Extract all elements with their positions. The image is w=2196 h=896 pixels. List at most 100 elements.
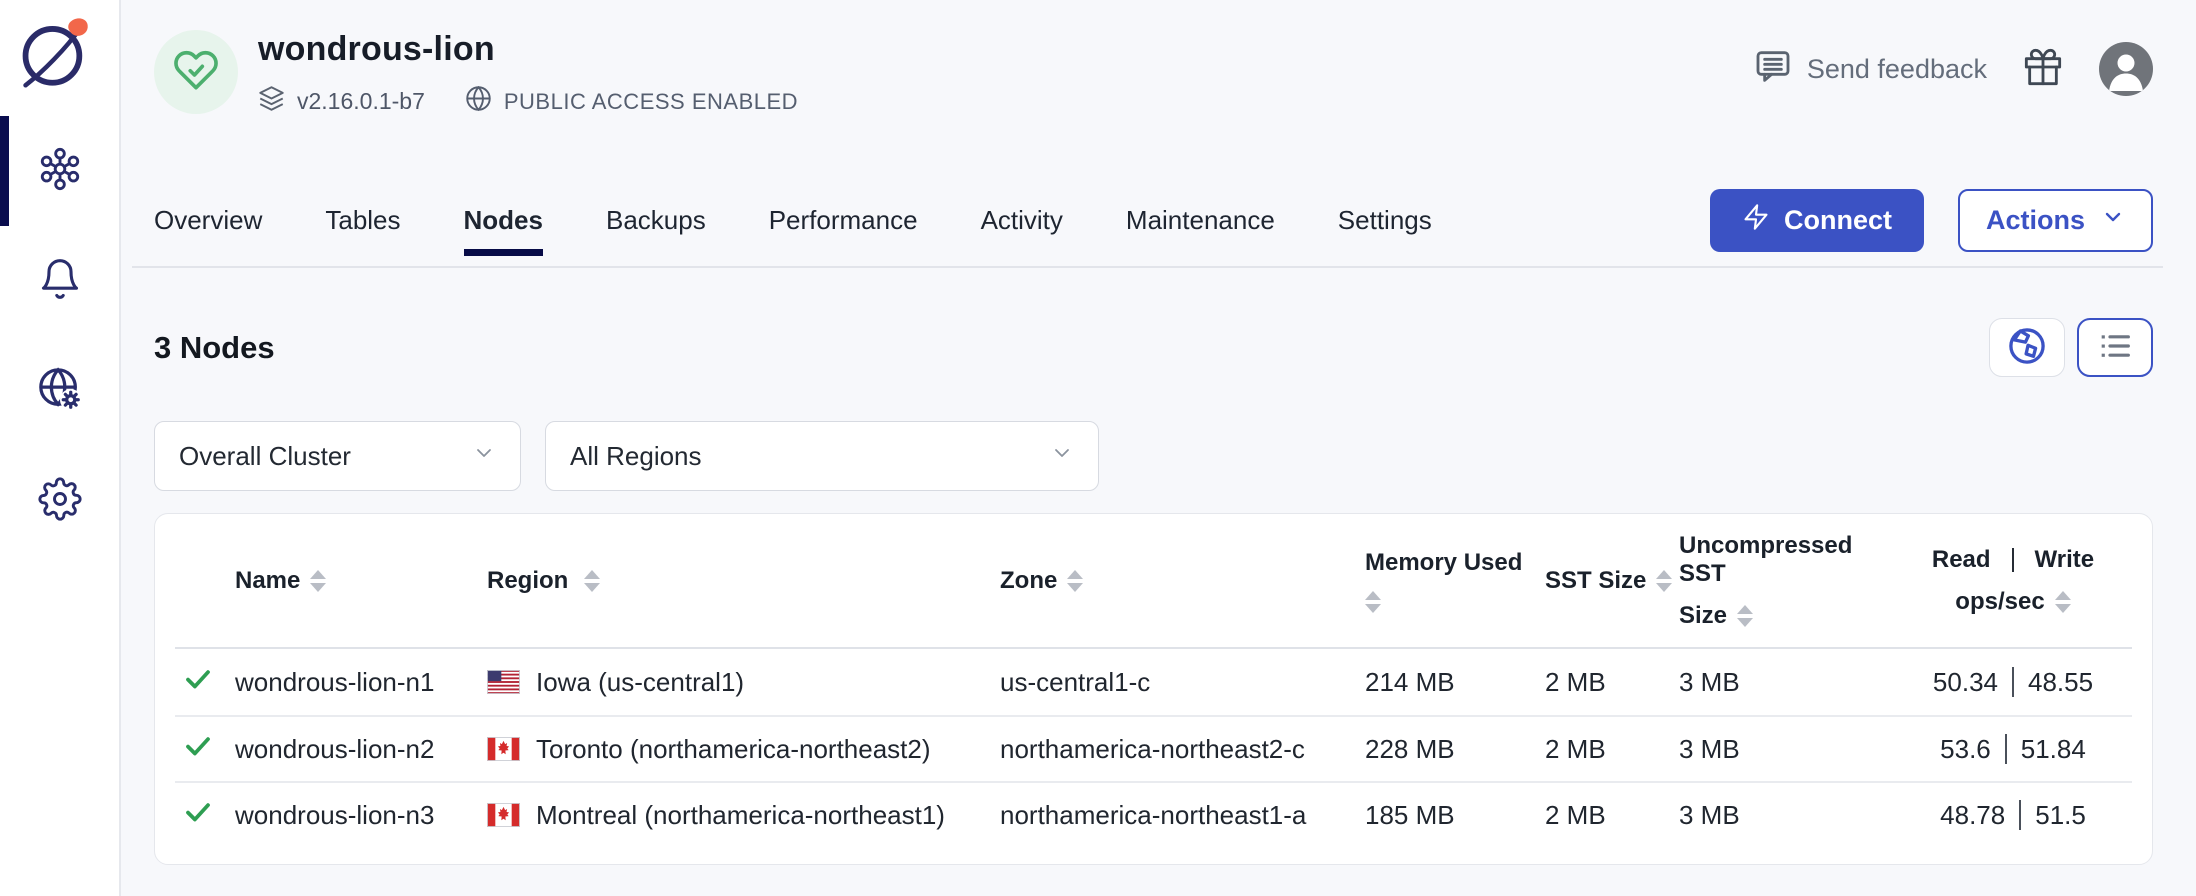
- tab-bar: Overview Tables Nodes Backups Performanc…: [154, 188, 2153, 252]
- active-indicator: [0, 116, 9, 226]
- view-toggle: [1989, 318, 2153, 377]
- node-region: Montreal (northamerica-northeast1): [536, 800, 945, 831]
- node-region: Toronto (northamerica-northeast2): [536, 734, 931, 765]
- connect-label: Connect: [1784, 205, 1892, 236]
- map-view-button[interactable]: [1989, 318, 2065, 377]
- table-row: wondrous-lion-n3 Montreal (northamerica-…: [175, 781, 2132, 847]
- chevron-down-icon: [472, 441, 496, 472]
- nodes-section-head: 3 Nodes: [154, 318, 2153, 377]
- node-write-ops: 51.5: [2035, 800, 2086, 831]
- app-root: wondrous-lion v2.16.0.1-b7: [0, 0, 2196, 896]
- uncompressed-header-label: Uncompressed SST: [1679, 532, 1894, 588]
- user-menu-avatar[interactable]: [2099, 42, 2153, 96]
- region-select[interactable]: All Regions: [545, 421, 1099, 491]
- healthy-check-icon: [183, 731, 213, 768]
- cluster-scope-select[interactable]: Overall Cluster: [154, 421, 521, 491]
- uncompressed-header-label2: Size: [1679, 602, 1727, 630]
- node-name: wondrous-lion-n3: [235, 800, 487, 831]
- tab-overview[interactable]: Overview: [154, 205, 262, 236]
- node-name: wondrous-lion-n1: [235, 667, 487, 698]
- pipe-divider: [2005, 734, 2007, 764]
- layers-icon: [258, 85, 285, 118]
- sidebar-item-alerts[interactable]: [0, 226, 119, 336]
- tab-maintenance[interactable]: Maintenance: [1126, 205, 1275, 236]
- table-row: wondrous-lion-n2 Toronto (northamerica-n…: [175, 715, 2132, 781]
- brand-logo-icon[interactable]: [14, 10, 96, 94]
- connect-button[interactable]: Connect: [1710, 189, 1924, 252]
- tab-settings[interactable]: Settings: [1338, 205, 1432, 236]
- node-memory: 228 MB: [1365, 734, 1545, 765]
- lightning-icon: [1742, 203, 1770, 238]
- node-zone: northamerica-northeast2-c: [1000, 734, 1365, 765]
- filters-row: Overall Cluster All Regions: [154, 421, 2153, 491]
- region-header-label: Region: [487, 567, 568, 595]
- tab-activity[interactable]: Activity: [981, 205, 1063, 236]
- sidebar-item-settings[interactable]: [0, 446, 119, 556]
- actions-button[interactable]: Actions: [1958, 189, 2153, 252]
- table-row: wondrous-lion-n1 Iowa (us-central1) us-c…: [175, 649, 2132, 715]
- sort-icon[interactable]: [310, 570, 326, 592]
- canada-flag-icon: [487, 737, 520, 761]
- nodes-table: Name Region Zone Memory Used SST Size: [154, 513, 2153, 865]
- list-icon: [2095, 326, 2135, 369]
- tab-backups[interactable]: Backups: [606, 205, 706, 236]
- feedback-bubble-icon: [1753, 46, 1793, 93]
- node-region: Iowa (us-central1): [536, 667, 744, 698]
- table-header-row: Name Region Zone Memory Used SST Size: [175, 514, 2132, 649]
- sort-icon[interactable]: [1067, 570, 1083, 592]
- sidebar-item-clusters[interactable]: [0, 116, 119, 226]
- zone-header-label: Zone: [1000, 567, 1057, 595]
- tab-nodes[interactable]: Nodes: [464, 205, 543, 236]
- sort-icon[interactable]: [2055, 591, 2071, 613]
- pipe-divider: [2012, 548, 2014, 572]
- uncompressed-column-header: Uncompressed SST Size: [1679, 532, 1894, 630]
- version-badge: v2.16.0.1-b7: [258, 85, 425, 118]
- sort-icon[interactable]: [1737, 605, 1753, 627]
- promotions-button[interactable]: [2023, 47, 2063, 92]
- node-sst: 2 MB: [1545, 800, 1679, 831]
- node-memory: 185 MB: [1365, 800, 1545, 831]
- node-uncompressed: 3 MB: [1679, 800, 1894, 831]
- node-uncompressed: 3 MB: [1679, 734, 1894, 765]
- healthy-check-icon: [183, 664, 213, 701]
- node-read-ops: 53.6: [1940, 734, 1991, 765]
- cluster-header: wondrous-lion v2.16.0.1-b7: [154, 0, 2153, 134]
- bell-icon: [38, 257, 82, 306]
- gear-icon: [38, 477, 82, 526]
- pipe-divider: [2019, 800, 2021, 830]
- send-feedback-label: Send feedback: [1807, 54, 1987, 85]
- tab-tables[interactable]: Tables: [325, 205, 400, 236]
- pipe-divider: [2012, 667, 2014, 697]
- gift-icon: [2023, 47, 2063, 92]
- list-view-button[interactable]: [2077, 318, 2153, 377]
- ops-header-label: ops/sec: [1955, 588, 2044, 616]
- actions-label: Actions: [1986, 205, 2085, 236]
- sidebar-nav: [0, 116, 119, 556]
- node-name: wondrous-lion-n2: [235, 734, 487, 765]
- send-feedback-button[interactable]: Send feedback: [1753, 46, 1987, 93]
- name-column-header: Name: [235, 567, 487, 595]
- chevron-down-icon: [1050, 441, 1074, 472]
- cluster-name: wondrous-lion: [258, 30, 798, 69]
- tab-divider: [132, 266, 2163, 268]
- node-sst: 2 MB: [1545, 734, 1679, 765]
- sort-icon[interactable]: [584, 570, 600, 592]
- node-zone: us-central1-c: [1000, 667, 1365, 698]
- tab-performance[interactable]: Performance: [769, 205, 918, 236]
- sst-header-label: SST Size: [1545, 567, 1646, 595]
- node-write-ops: 48.55: [2028, 667, 2093, 698]
- sidebar: [0, 0, 121, 896]
- nodes-count-title: 3 Nodes: [154, 330, 275, 366]
- health-badge: [154, 30, 238, 114]
- sst-column-header: SST Size: [1545, 567, 1679, 595]
- region-value: All Regions: [570, 441, 702, 472]
- cluster-scope-value: Overall Cluster: [179, 441, 351, 472]
- globe-icon: [465, 85, 492, 118]
- node-sst: 2 MB: [1545, 667, 1679, 698]
- read-header-label: Read: [1932, 546, 1991, 574]
- globe-gear-icon: [37, 366, 83, 417]
- node-zone: northamerica-northeast1-a: [1000, 800, 1365, 831]
- sidebar-item-network[interactable]: [0, 336, 119, 446]
- sort-icon[interactable]: [1365, 591, 1381, 613]
- sort-icon[interactable]: [1656, 570, 1672, 592]
